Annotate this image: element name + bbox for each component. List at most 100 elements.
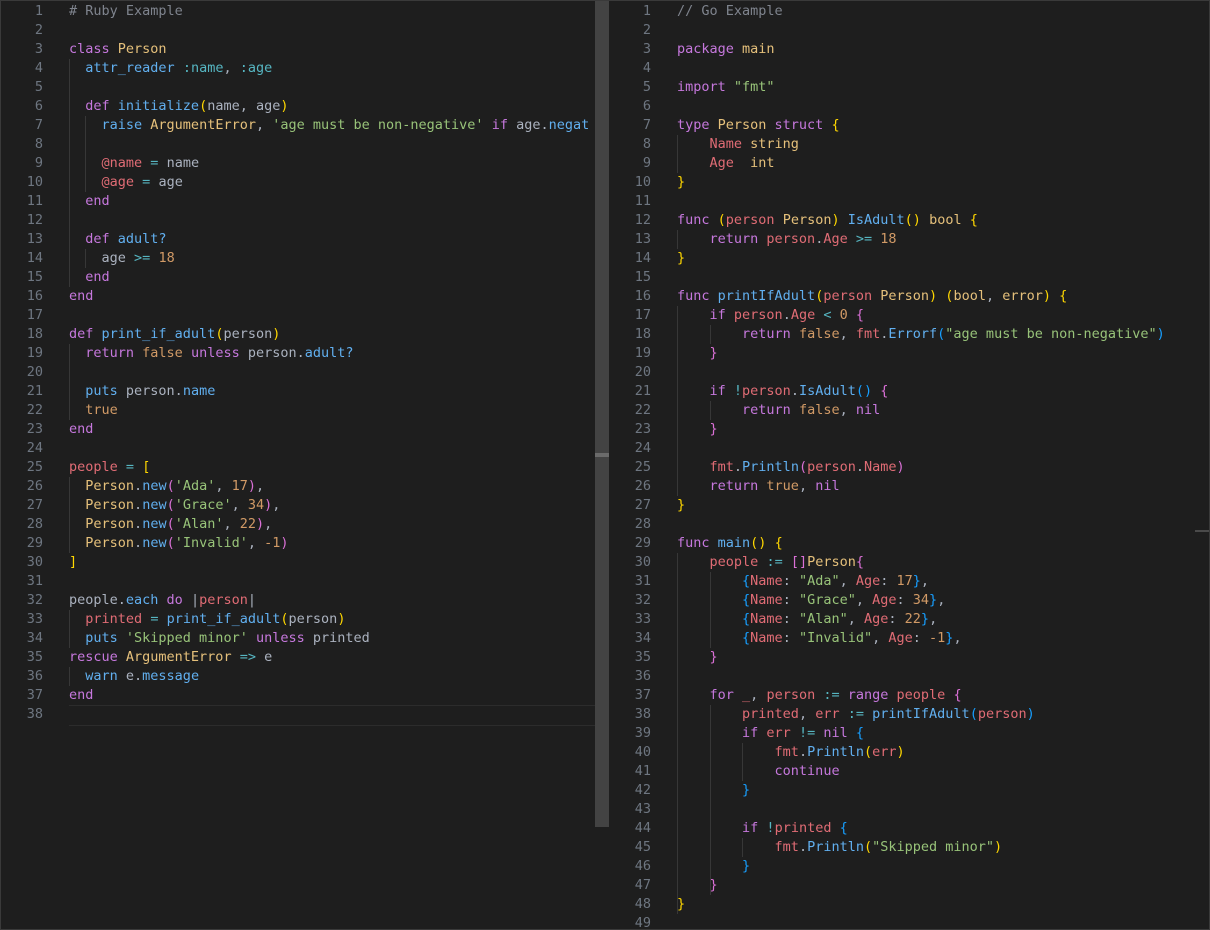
code-line[interactable]: 27} <box>609 496 1209 515</box>
code-line[interactable]: 3 class Person <box>1 40 595 59</box>
code-line[interactable]: 18 def print_if_adult(person) <box>1 325 595 344</box>
code-line[interactable]: 9 @name = name <box>1 154 595 173</box>
code-line[interactable]: 13 def adult? <box>1 230 595 249</box>
indent-guide <box>69 667 70 686</box>
code-line[interactable]: 22 return false, nil <box>609 401 1209 420</box>
code-line[interactable]: 35 } <box>609 648 1209 667</box>
code-line[interactable]: 1 // Go Example <box>609 2 1209 21</box>
left-pane-scrollbar-thumb[interactable] <box>595 453 609 457</box>
code-line[interactable]: 5 <box>1 78 595 97</box>
code-line[interactable]: 19 } <box>609 344 1209 363</box>
code-line[interactable]: 14} <box>609 249 1209 268</box>
code-line[interactable]: 33 printed = print_if_adult(person) <box>1 610 595 629</box>
code-line[interactable]: 16 func printIfAdult(person Person) (bool… <box>609 287 1209 306</box>
code-line[interactable]: 33 {Name: "Alan", Age: 22}, <box>609 610 1209 629</box>
code-line[interactable]: 5 import "fmt" <box>609 78 1209 97</box>
code-line[interactable]: 8 <box>1 135 595 154</box>
code-line[interactable]: 20 <box>1 363 595 382</box>
code-line[interactable]: 37 for _, person := range people { <box>609 686 1209 705</box>
code-line[interactable]: 28 <box>609 515 1209 534</box>
code-line[interactable]: 12 <box>1 211 595 230</box>
code-line[interactable]: 31 {Name: "Ada", Age: 17}, <box>609 572 1209 591</box>
code-line[interactable]: 21 if !person.IsAdult() { <box>609 382 1209 401</box>
code-line[interactable]: 40 fmt.Println(err) <box>609 743 1209 762</box>
code-line[interactable]: 49 <box>609 914 1209 929</box>
code-line[interactable]: 36 warn e.message <box>1 667 595 686</box>
code-token: , <box>798 706 816 722</box>
code-line[interactable]: 41 continue <box>609 762 1209 781</box>
line-number: 15 <box>26 269 43 285</box>
code-token: rescue <box>69 649 126 665</box>
code-line[interactable]: 32 {Name: "Grace", Age: 34}, <box>609 591 1209 610</box>
code-line[interactable]: 27 Person.new('Grace', 34), <box>1 496 595 515</box>
code-line[interactable]: 10} <box>609 173 1209 192</box>
code-line[interactable]: 26 return true, nil <box>609 477 1209 496</box>
code-line[interactable]: 48} <box>609 895 1209 914</box>
code-line[interactable]: 15 end <box>1 268 595 287</box>
code-line[interactable]: 15 <box>609 268 1209 287</box>
code-line[interactable]: 32 people.each do |person| <box>1 591 595 610</box>
code-line[interactable]: 14 age >= 18 <box>1 249 595 268</box>
ruby-editor-pane[interactable]: 1 # Ruby Example 2 3 class Person 4 attr_read… <box>1 1 595 929</box>
code-line[interactable]: 36 <box>609 667 1209 686</box>
code-line[interactable]: 24 <box>1 439 595 458</box>
code-line[interactable]: 24 <box>609 439 1209 458</box>
code-line[interactable]: 28 Person.new('Alan', 22), <box>1 515 595 534</box>
code-line[interactable]: 7 raise ArgumentError, 'age must be non-… <box>1 116 595 135</box>
code-text: Person.new('Ada', 17), <box>69 477 264 496</box>
code-line[interactable]: 39 if err != nil { <box>609 724 1209 743</box>
code-line[interactable]: 8 Name string <box>609 135 1209 154</box>
code-line[interactable]: 6 <box>609 97 1209 116</box>
code-line[interactable]: 38 printed, err := printIfAdult(person) <box>609 705 1209 724</box>
code-line[interactable]: 11 <box>609 192 1209 211</box>
code-line[interactable]: 34 puts 'Skipped minor' unless printed <box>1 629 595 648</box>
code-line[interactable]: 3 package main <box>609 40 1209 59</box>
code-line[interactable]: 18 return false, fmt.Errorf("age must be… <box>609 325 1209 344</box>
code-line[interactable]: 37 end <box>1 686 595 705</box>
code-line[interactable]: 26 Person.new('Ada', 17), <box>1 477 595 496</box>
code-line[interactable]: 10 @age = age <box>1 173 595 192</box>
code-line[interactable]: 23 } <box>609 420 1209 439</box>
code-line[interactable]: 11 end <box>1 192 595 211</box>
code-line[interactable]: 35 rescue ArgumentError => e <box>1 648 595 667</box>
go-editor-pane[interactable]: 1// Go Example 2 3 package main 4 5 import "fm… <box>609 1 1209 929</box>
code-line[interactable]: 25 fmt.Println(person.Name) <box>609 458 1209 477</box>
code-line[interactable]: 2 <box>1 21 595 40</box>
code-line[interactable]: 12 func (person Person) IsAdult() bool { <box>609 211 1209 230</box>
code-line[interactable]: 1 # Ruby Example <box>1 2 595 21</box>
code-line[interactable]: 31 <box>1 572 595 591</box>
code-line[interactable]: 29 Person.new('Invalid', -1) <box>1 534 595 553</box>
code-line[interactable]: 17 <box>1 306 595 325</box>
code-line[interactable]: 47 } <box>609 876 1209 895</box>
code-line[interactable]: 19 return false unless person.adult? <box>1 344 595 363</box>
code-line[interactable]: 17 if person.Age < 0 { <box>609 306 1209 325</box>
code-token: int <box>750 155 775 171</box>
code-line[interactable]: 45 fmt.Println("Skipped minor") <box>609 838 1209 857</box>
code-line[interactable]: 42 } <box>609 781 1209 800</box>
code-line[interactable]: 22 true <box>1 401 595 420</box>
code-line[interactable]: 43 <box>609 800 1209 819</box>
code-line[interactable]: 30] <box>1 553 595 572</box>
left-pane-scrollbar[interactable] <box>595 1 609 827</box>
code-line[interactable]: 25 people = [ <box>1 458 595 477</box>
code-line[interactable]: 29 func main() { <box>609 534 1209 553</box>
code-line[interactable]: 21 puts person.name <box>1 382 595 401</box>
code-line[interactable]: 9 Age int <box>609 154 1209 173</box>
code-line[interactable]: 46 } <box>609 857 1209 876</box>
code-line[interactable]: 6 def initialize(name, age) <box>1 97 595 116</box>
code-line[interactable]: 2 <box>609 21 1209 40</box>
code-line[interactable]: 44 if !printed { <box>609 819 1209 838</box>
code-line[interactable]: 16 end <box>1 287 595 306</box>
code-line[interactable]: 20 <box>609 363 1209 382</box>
code-line[interactable]: 30 people := []Person{ <box>609 553 1209 572</box>
code-text: } <box>677 648 718 667</box>
code-line[interactable]: 4 attr_reader :name, :age <box>1 59 595 78</box>
code-line[interactable]: 7 type Person struct { <box>609 116 1209 135</box>
code-line[interactable]: 23 end <box>1 420 595 439</box>
right-pane-scrollbar-thumb[interactable] <box>1195 530 1209 532</box>
code-line[interactable]: 13 return person.Age >= 18 <box>609 230 1209 249</box>
code-line[interactable]: 4 <box>609 59 1209 78</box>
code-line[interactable]: 34 {Name: "Invalid", Age: -1}, <box>609 629 1209 648</box>
